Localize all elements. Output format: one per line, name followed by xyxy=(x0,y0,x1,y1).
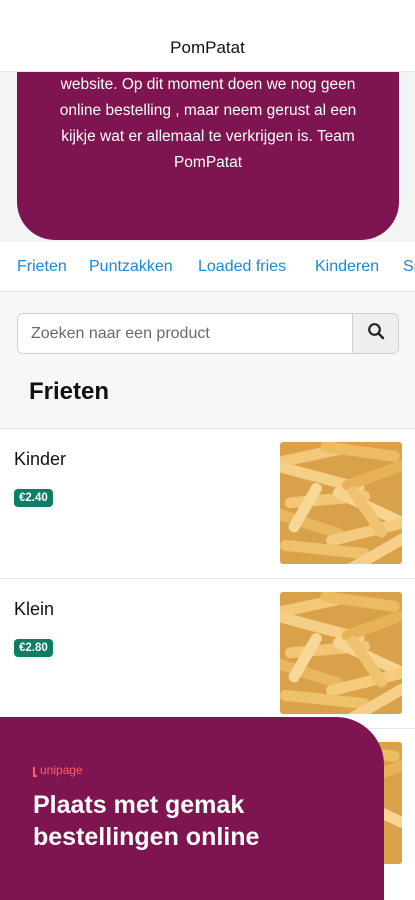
unipage-logo: unipage xyxy=(40,763,83,777)
product-name: Kinder xyxy=(14,449,67,469)
welcome-banner: website. Op dit moment doen we nog geen … xyxy=(17,62,399,240)
category-nav: Frieten Puntzakken Loaded fries Kinderen… xyxy=(0,242,415,292)
app-header: PomPatat xyxy=(0,0,415,72)
welcome-text: website. Op dit moment doen we nog geen … xyxy=(59,76,357,171)
search-icon xyxy=(367,322,385,345)
fries-image xyxy=(280,592,402,714)
fries-image xyxy=(280,442,402,564)
price-badge: €2.40 xyxy=(14,489,53,507)
unipage-logo-mark xyxy=(33,767,37,777)
app-title: PomPatat xyxy=(170,38,245,57)
product-card[interactable]: Kinder €2.40 xyxy=(0,428,415,578)
price-badge: €2.80 xyxy=(14,639,53,657)
search-section: Frieten xyxy=(0,292,415,428)
search-input[interactable] xyxy=(18,314,354,353)
product-card[interactable]: Klein €2.80 xyxy=(0,578,415,728)
promo-banner[interactable]: unipage Plaats met gemak bestellingen on… xyxy=(0,717,384,900)
section-title: Frieten xyxy=(29,378,110,405)
category-tab-frieten[interactable]: Frieten xyxy=(17,258,67,276)
promo-headline: Plaats met gemak bestellingen online xyxy=(33,791,260,851)
category-tab-more[interactable]: Sn xyxy=(403,258,415,276)
product-name: Klein xyxy=(14,599,55,619)
category-tab-loaded-fries[interactable]: Loaded fries xyxy=(198,258,286,276)
search-button[interactable] xyxy=(352,314,398,353)
category-tab-kinderen[interactable]: Kinderen xyxy=(315,258,379,276)
category-tab-puntzakken[interactable]: Puntzakken xyxy=(89,258,173,276)
search-bar xyxy=(17,313,399,354)
